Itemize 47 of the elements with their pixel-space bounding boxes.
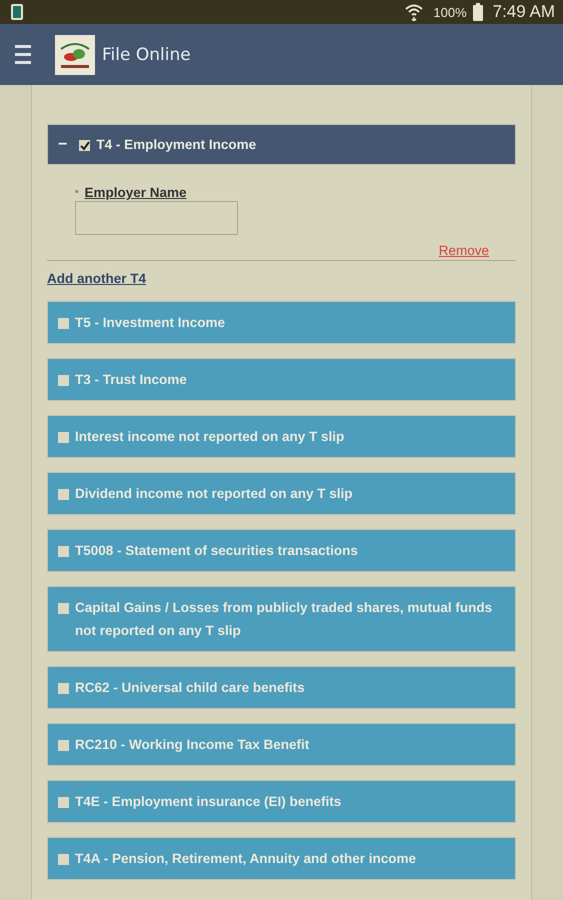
menu-icon[interactable] <box>15 44 31 66</box>
checkbox[interactable] <box>58 546 69 557</box>
add-link[interactable]: Add another T4 <box>47 271 146 286</box>
section-header[interactable]: T5 - Investment Income <box>47 301 516 344</box>
section-header[interactable]: RC62 - Universal child care benefits <box>47 666 516 709</box>
section-header[interactable]: − T4 - Employment Income <box>47 124 516 165</box>
battery-percent: 100% <box>433 4 467 20</box>
remove-link[interactable]: Remove <box>438 243 489 258</box>
section-header[interactable]: Capital Gains / Losses from publicly traded shares, mutual funds not reported on any T slip <box>47 586 516 652</box>
section-label: T4 - Employment Income <box>96 136 258 154</box>
section-label: RC210 - Working Income Tax Benefit <box>75 736 310 754</box>
section-header[interactable]: RC210 - Working Income Tax Benefit <box>47 723 516 766</box>
required-mark: * <box>75 188 79 198</box>
section-header[interactable]: Interest income not reported on any T slip <box>47 415 516 458</box>
section-header[interactable]: T4A - Pension, Retirement, Annuity and other income <box>47 837 516 880</box>
checkbox[interactable] <box>58 740 69 751</box>
checkbox[interactable] <box>58 797 69 808</box>
section-label: RC62 - Universal child care benefits <box>75 679 306 697</box>
wifi-icon <box>405 3 424 21</box>
section-header[interactable]: T5008 - Statement of securities transactions <box>47 529 516 572</box>
clock-time: 7:49 AM <box>492 2 555 22</box>
section-label: T3 - Trust Income <box>75 371 188 389</box>
checkbox[interactable] <box>58 375 69 386</box>
section-label: T5008 - Statement of securities transactions <box>75 542 359 560</box>
section-label: T5 - Investment Income <box>75 314 226 332</box>
section-header[interactable]: Dividend income not reported on any T slip <box>47 472 516 515</box>
field-label: Employer Name <box>84 185 187 200</box>
checkbox[interactable] <box>58 603 69 614</box>
collapse-toggle[interactable]: − <box>58 133 68 156</box>
section-label: T4A - Pension, Retirement, Annuity and other income <box>75 850 418 868</box>
checkbox[interactable] <box>79 140 90 151</box>
checkbox[interactable] <box>58 432 69 443</box>
checkbox[interactable] <box>58 683 69 694</box>
checkbox[interactable] <box>58 854 69 865</box>
app-title: File Online <box>102 44 191 64</box>
section-header[interactable]: T4E - Employment insurance (EI) benefits <box>47 780 516 823</box>
input-field[interactable] <box>75 201 238 235</box>
tablet-icon <box>10 3 24 21</box>
section-label: Dividend income not reported on any T slip <box>75 485 354 503</box>
section-header[interactable]: T3 - Trust Income <box>47 358 516 401</box>
checkbox[interactable] <box>58 318 69 329</box>
checkbox[interactable] <box>58 489 69 500</box>
section-label: Capital Gains / Losses from publicly traded shares, mutual funds not reported on any T slip <box>75 599 494 640</box>
battery-icon <box>472 3 483 21</box>
section-label: T4E - Employment insurance (EI) benefits <box>75 793 342 811</box>
logo-icon <box>55 34 95 74</box>
section-label: Interest income not reported on any T slip <box>75 428 346 446</box>
